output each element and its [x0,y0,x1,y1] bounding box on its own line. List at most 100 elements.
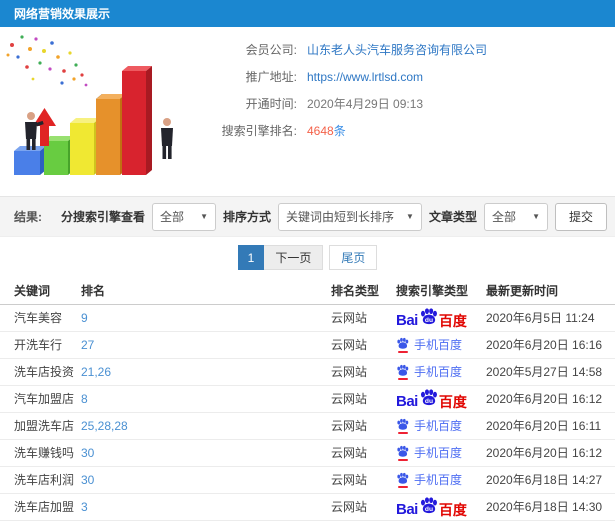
rank-cell: 25,28,28 [81,412,331,440]
updated-cell: 2020年6月20日 16:11 [486,412,615,440]
member-company-link[interactable]: 山东老人头汽车服务咨询有限公司 [307,41,487,58]
updated-cell: 2020年6月20日 16:12 [486,385,615,413]
rank-type-cell: 云网站 [331,466,396,494]
engine-cell: 手机百度 [396,412,486,440]
keyword-cell: 洗车店投资 [0,358,81,386]
rank-link[interactable]: 30 [81,446,94,460]
updated-cell: 2020年6月20日 16:12 [486,439,615,467]
baidu-logo: Bai du 百度 [396,307,467,328]
promo-url-row: 推广地址: https://www.lrtlsd.com [185,63,615,90]
svg-text:du: du [425,398,433,405]
rank-type-cell: 云网站 [331,385,396,413]
table-header-row: 关键词 排名 排名类型 搜索引擎类型 最新更新时间 [0,278,615,305]
engine-view-select[interactable]: 全部 ▼ [152,202,217,231]
svg-text:du: du [425,506,433,513]
sort-select[interactable]: 关键词由短到长排序 ▼ [278,202,422,231]
rank-type-cell: 云网站 [331,358,396,386]
bar-chart-illustration [0,27,185,196]
page-1-button[interactable]: 1 [237,245,265,270]
article-type-selected: 全部 [491,210,516,224]
engine-cell: 手机百度 [396,358,486,386]
engine-rank-row: 搜索引擎排名: 4648条 [185,117,615,144]
table-row: 洗车店利润 30 云网站 手机百度 2020年6月18日 14:27 [0,466,615,494]
col-updated: 最新更新时间 [486,278,615,305]
table-row: 洗车店投资 21,26 云网站 手机百度 2020年5月27日 14:58 [0,358,615,386]
baidu-paw-icon: du [420,308,437,324]
chevron-down-icon: ▼ [532,212,540,221]
member-company-label: 会员公司: [245,43,297,57]
paw-underline [397,431,408,434]
rank-link[interactable]: 25,28,28 [81,419,128,433]
svg-text:du: du [425,317,433,324]
mobile-baidu-logo: 手机百度 [396,471,462,488]
rank-count: 4648 [307,124,334,138]
company-info-section: 会员公司: 山东老人头汽车服务咨询有限公司 推广地址: https://www.… [0,27,615,196]
rank-link[interactable]: 9 [81,311,88,325]
rank-unit: 条 [333,124,346,138]
filter-bar: 结果: 分搜索引擎查看 全部 ▼ 排序方式 关键词由短到长排序 ▼ 文章类型 全… [0,196,615,237]
businessman-right [161,118,173,159]
page-title: 网络营销效果展示 [14,7,111,21]
col-keyword: 关键词 [0,278,81,305]
article-type-select[interactable]: 全部 ▼ [483,202,548,231]
pagination: 1 下一页 尾页 [0,237,615,278]
baidu-logo: Bai du 百度 [396,496,467,517]
paw-underline [397,377,408,380]
baidu-paw-icon: du [420,497,437,513]
promo-url-label: 推广地址: [245,70,297,84]
rank-type-cell: 云网站 [331,331,396,359]
updated-cell: 2020年6月5日 11:24 [486,304,615,332]
engine-cell: Bai du 百度 [396,385,486,413]
baidu-paw-icon [397,445,409,457]
baidu-paw-icon [397,337,409,349]
rank-link[interactable]: 30 [81,473,94,487]
col-engine-type: 搜索引擎类型 [396,278,486,305]
open-time-row: 开通时间: 2020年4月29日 09:13 [185,90,615,117]
confetti-dots [6,35,88,87]
keyword-cell: 开洗车行 [0,331,81,359]
rank-cell: 9 [81,304,331,332]
mobile-baidu-logo: 手机百度 [396,444,462,461]
col-rank-type: 排名类型 [331,278,396,305]
updated-cell: 2020年6月18日 14:27 [486,466,615,494]
engine-cell: Bai du 百度 [396,304,486,332]
rank-cell: 21,26 [81,358,331,386]
keyword-cell: 洗车店加盟 [0,493,81,521]
updated-cell: 2020年6月18日 14:30 [486,493,615,521]
next-page-button[interactable]: 下一页 [264,245,324,270]
keyword-cell: 汽车加盟店 [0,385,81,413]
table-row: 洗车赚钱吗 30 云网站 手机百度 2020年6月20日 16:12 [0,439,615,467]
mobile-baidu-label: 手机百度 [414,338,463,352]
result-label: 结果: [14,210,42,224]
table-row: 汽车加盟店 8 云网站 Bai du 百度 2020年6月20日 16:12 [0,385,615,413]
rank-cell: 27 [81,331,331,359]
mobile-baidu-label: 手机百度 [414,419,463,433]
company-info-list: 会员公司: 山东老人头汽车服务咨询有限公司 推广地址: https://www.… [185,27,615,196]
table-row: 汽车美容 9 云网站 Bai du 百度 2020年6月5日 11:24 [0,304,615,332]
rank-link[interactable]: 3 [81,500,88,514]
sort-selected: 关键词由短到长排序 [286,210,395,224]
keyword-cell: 洗车赚钱吗 [0,439,81,467]
rank-link[interactable]: 8 [81,392,88,406]
chevron-down-icon: ▼ [406,212,414,221]
header-bar: 网络营销效果展示 [0,0,615,27]
updated-cell: 2020年6月20日 16:16 [486,331,615,359]
bar-chart-illustration-svg [6,35,173,175]
last-page-button[interactable]: 尾页 [329,245,378,270]
table-row: 加盟洗车店 25,28,28 云网站 手机百度 2020年6月20日 16:11 [0,412,615,440]
baidu-paw-icon [397,472,409,484]
engine-cell: 手机百度 [396,466,486,494]
rank-type-cell: 云网站 [331,439,396,467]
engine-rank-value: 4648条 [307,122,346,139]
article-type-label: 文章类型 [428,210,477,224]
table-row: 洗车店加盟 3 云网站 Bai du 百度 2020年6月18日 14:30 [0,493,615,521]
keyword-cell: 洗车店利润 [0,466,81,494]
submit-button[interactable]: 提交 [554,202,607,231]
promo-url-link[interactable]: https://www.lrtlsd.com [307,70,423,84]
table-row: 开洗车行 27 云网站 手机百度 2020年6月20日 16:16 [0,331,615,359]
rank-link[interactable]: 21,26 [81,365,111,379]
rank-link[interactable]: 27 [81,338,94,352]
baidu-paw-icon [397,364,409,376]
mobile-baidu-label: 手机百度 [414,446,463,460]
baidu-logo: Bai du 百度 [396,388,467,409]
